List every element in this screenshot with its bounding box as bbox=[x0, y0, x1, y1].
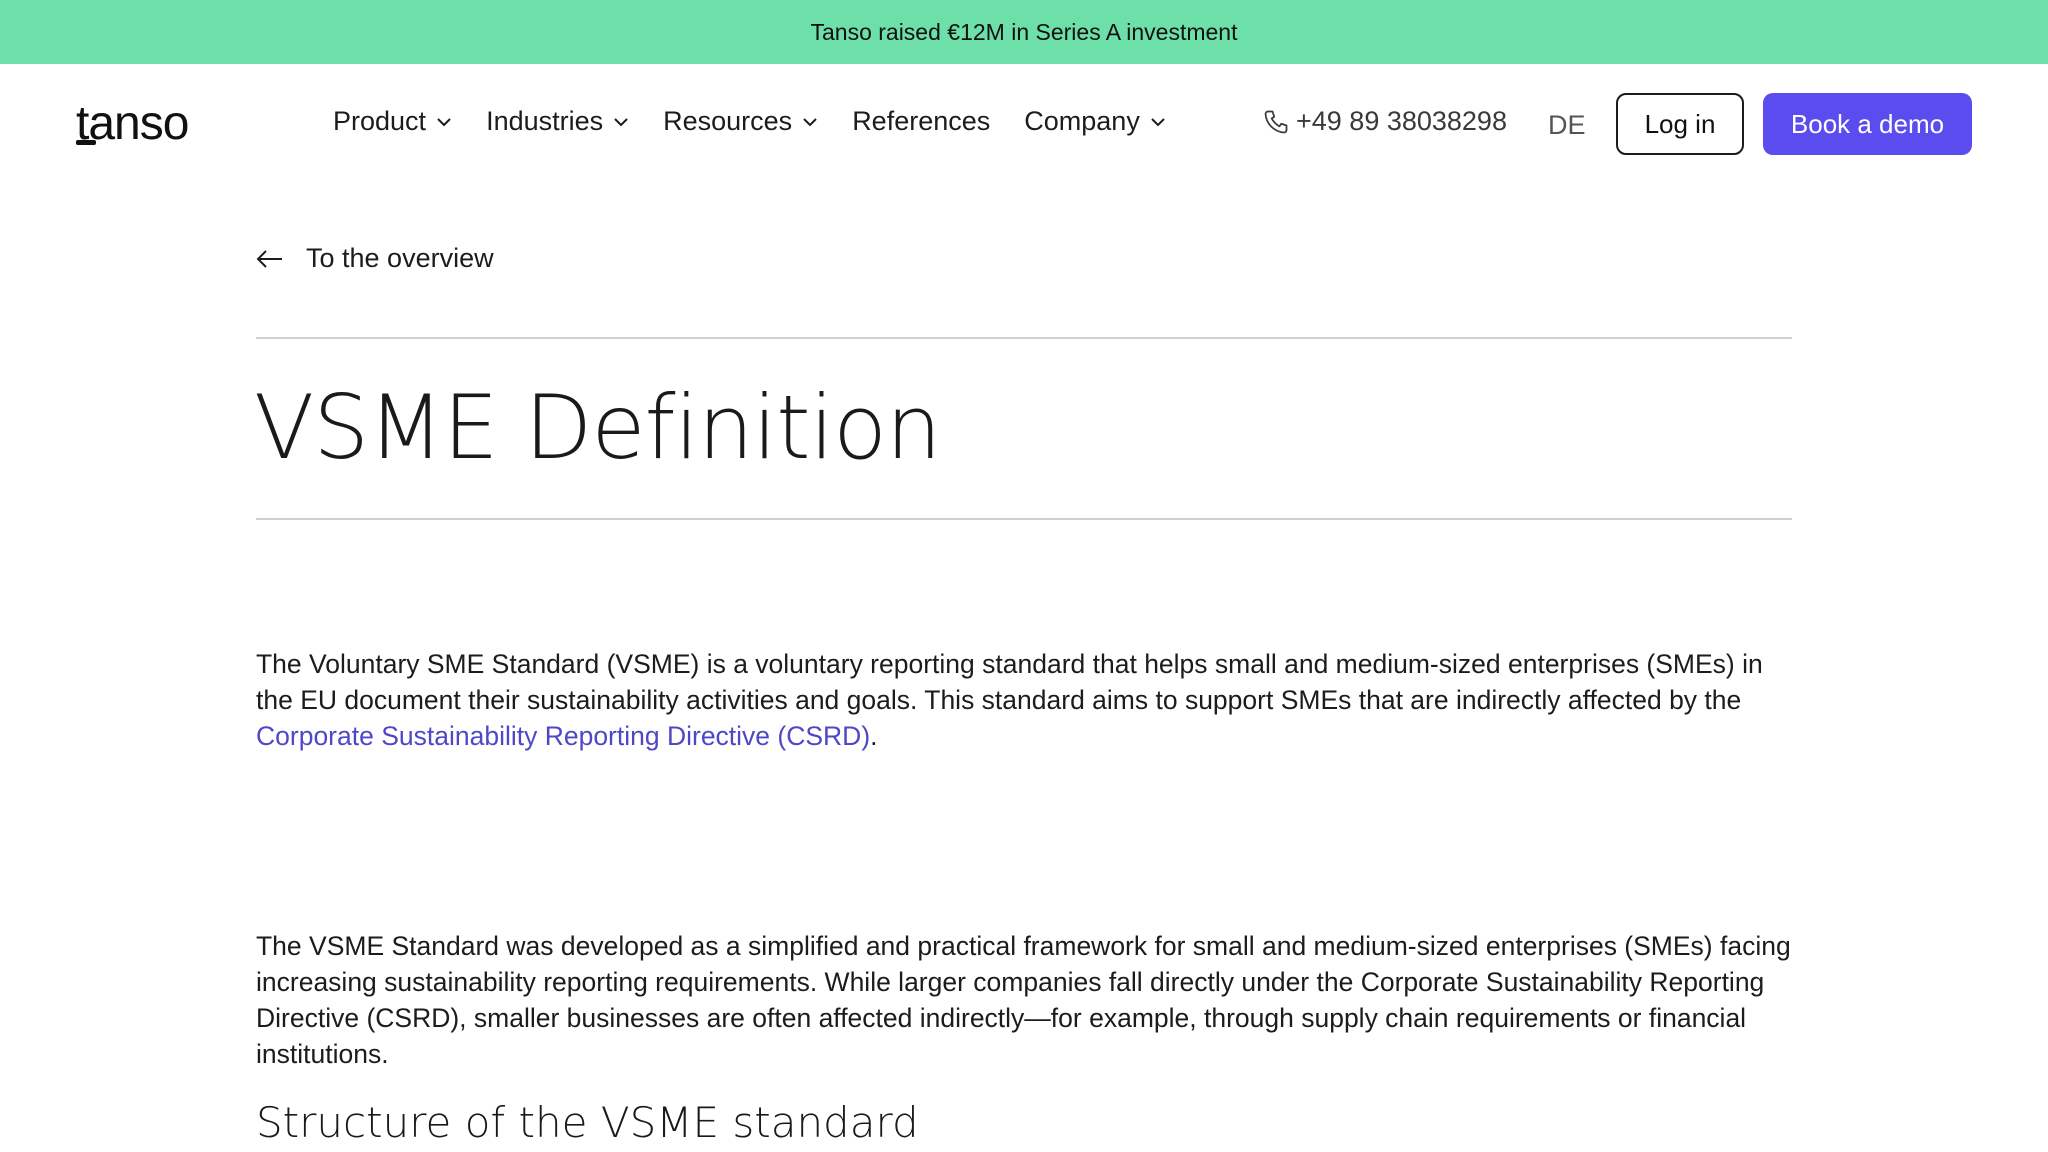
nav-item-label: Company bbox=[1024, 106, 1140, 136]
nav-item-label: Product bbox=[333, 106, 427, 136]
back-to-overview-link[interactable]: To the overview bbox=[256, 243, 494, 274]
site-header: tanso Product Industries Resources Refer… bbox=[0, 64, 2048, 184]
back-link-label: To the overview bbox=[306, 243, 494, 273]
chevron-down-icon bbox=[803, 117, 817, 126]
divider bbox=[256, 337, 1792, 339]
chevron-down-icon bbox=[437, 117, 451, 126]
main-nav: Product Industries Resources References … bbox=[333, 106, 1200, 137]
chevron-down-icon bbox=[1151, 117, 1165, 126]
logo-underline bbox=[76, 140, 96, 145]
nav-item-resources[interactable]: Resources bbox=[663, 106, 818, 137]
arrow-left-icon bbox=[256, 249, 282, 268]
phone-icon bbox=[1264, 110, 1288, 133]
login-button[interactable]: Log in bbox=[1616, 93, 1744, 155]
intro-paragraph: The Voluntary SME Standard (VSME) is a v… bbox=[256, 646, 1796, 754]
language-switch[interactable]: DE bbox=[1548, 110, 1586, 141]
announcement-text[interactable]: Tanso raised €12M in Series A investment bbox=[810, 19, 1237, 46]
phone-number: +49 89 38038298 bbox=[1296, 106, 1507, 136]
nav-item-industries[interactable]: Industries bbox=[486, 106, 629, 137]
phone-link[interactable]: +49 89 38038298 bbox=[1262, 106, 1507, 137]
nav-item-label: Industries bbox=[486, 106, 604, 136]
nav-item-references[interactable]: References bbox=[852, 106, 990, 137]
nav-item-label: References bbox=[852, 106, 991, 136]
section-heading: Structure of the VSME standard bbox=[256, 1098, 919, 1147]
paragraph-text: The Voluntary SME Standard (VSME) is a v… bbox=[256, 649, 1763, 715]
chevron-down-icon bbox=[614, 117, 628, 126]
announcement-bar[interactable]: Tanso raised €12M in Series A investment bbox=[0, 0, 2048, 64]
book-demo-button[interactable]: Book a demo bbox=[1763, 93, 1972, 155]
csrd-link[interactable]: Corporate Sustainability Reporting Direc… bbox=[256, 721, 870, 751]
nav-item-company[interactable]: Company bbox=[1024, 106, 1166, 137]
body-paragraph: The VSME Standard was developed as a sim… bbox=[256, 931, 1791, 1069]
page-title: VSME Definition bbox=[254, 376, 942, 479]
paragraph-text-end: . bbox=[870, 721, 878, 751]
nav-item-product[interactable]: Product bbox=[333, 106, 452, 137]
divider bbox=[256, 518, 1792, 520]
nav-item-label: Resources bbox=[663, 106, 793, 136]
